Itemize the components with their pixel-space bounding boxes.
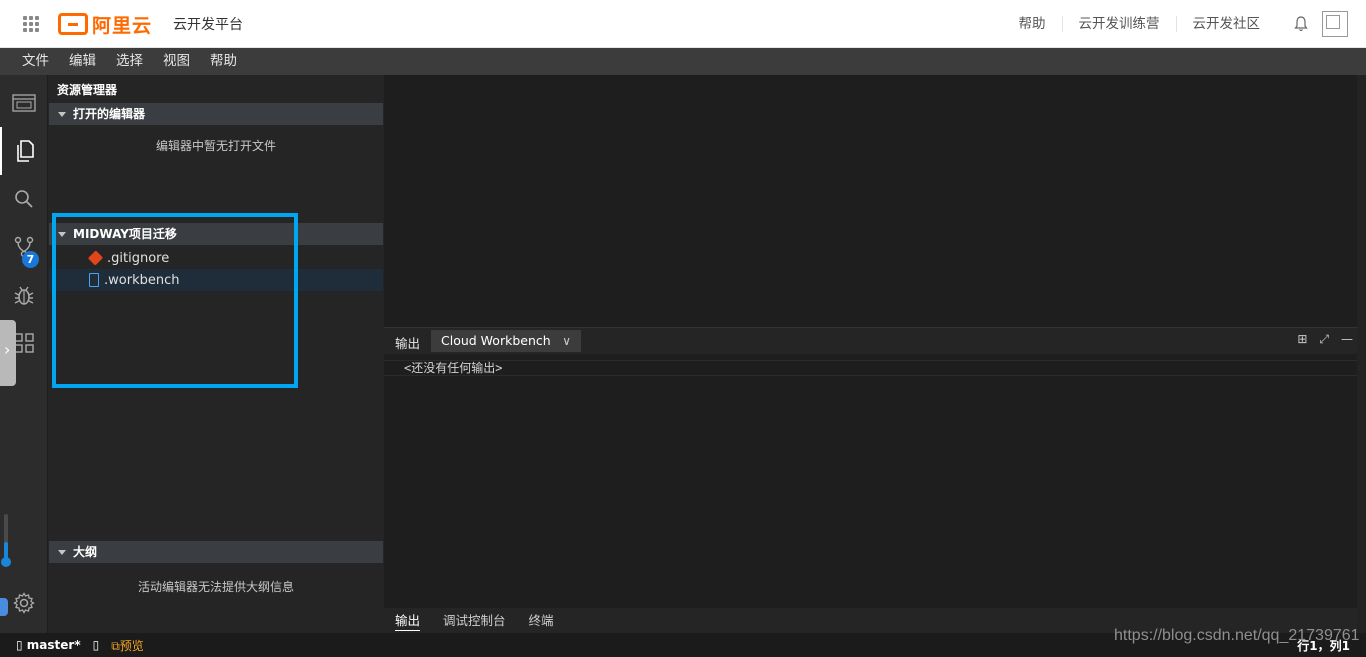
scm-badge: 7 bbox=[22, 251, 39, 268]
tab-output[interactable]: 输出 bbox=[395, 608, 421, 633]
source-control-icon[interactable]: 7 bbox=[0, 223, 48, 271]
menu-edit[interactable]: 编辑 bbox=[59, 48, 106, 75]
community-link[interactable]: 云开发社区 bbox=[1175, 16, 1277, 32]
open-editors-empty-text: 编辑器中暂无打开文件 bbox=[155, 139, 276, 153]
aliyun-logo[interactable]: 阿里云 bbox=[58, 11, 152, 37]
debug-icon[interactable] bbox=[0, 271, 48, 319]
bell-icon[interactable] bbox=[1294, 16, 1308, 32]
panel-output-tab[interactable]: 输出 bbox=[395, 333, 420, 352]
output-panel: 输出 Cloud Workbench ∨ ⊞ ⤢ — <还没有任何输出> bbox=[384, 327, 1357, 608]
aliyun-logo-icon bbox=[58, 13, 88, 35]
panel-header: 输出 Cloud Workbench ∨ ⊞ ⤢ — bbox=[384, 328, 1357, 354]
output-channel-select[interactable]: Cloud Workbench ∨ bbox=[431, 330, 581, 352]
right-scrollbar[interactable] bbox=[1357, 75, 1366, 633]
menu-file[interactable]: 文件 bbox=[12, 48, 59, 75]
panel-actions: ⊞ ⤢ — bbox=[1297, 332, 1353, 347]
lock-scroll-icon[interactable]: ⊞ bbox=[1297, 332, 1307, 347]
collapse-handle[interactable] bbox=[0, 320, 16, 386]
user-avatar[interactable] bbox=[1322, 11, 1348, 37]
apps-grid-icon[interactable] bbox=[23, 16, 39, 32]
editor-area[interactable] bbox=[384, 75, 1366, 327]
git-branch[interactable]: ▯ master* bbox=[16, 638, 81, 652]
open-editors-header[interactable]: 打开的编辑器 bbox=[49, 103, 383, 125]
outline-header[interactable]: 大纲 bbox=[49, 541, 383, 563]
preview-label: 预览 bbox=[119, 638, 144, 653]
menu-bar: 文件 编辑 选择 视图 帮助 bbox=[0, 48, 1366, 75]
chevron-down-icon: ∨ bbox=[562, 334, 571, 348]
search-icon[interactable] bbox=[0, 175, 48, 223]
highlight-annotation-box bbox=[52, 213, 298, 388]
help-link[interactable]: 帮助 bbox=[1003, 16, 1062, 32]
assistant-icon[interactable] bbox=[0, 598, 8, 616]
preview-button[interactable]: ⧉预览 bbox=[111, 637, 144, 654]
sync-status[interactable]: ▯ bbox=[93, 638, 100, 652]
training-camp-link[interactable]: 云开发训练营 bbox=[1061, 16, 1176, 32]
brand-name: 阿里云 bbox=[92, 14, 153, 37]
top-header: 阿里云 云开发平台 帮助 云开发训练营 云开发社区 bbox=[0, 0, 1366, 48]
outline-empty-text: 活动编辑器无法提供大纲信息 bbox=[137, 580, 294, 594]
explorer-title: 资源管理器 bbox=[57, 83, 118, 97]
header-links: 帮助 云开发训练营 云开发社区 bbox=[1003, 0, 1366, 48]
maximize-icon[interactable]: ⤢ bbox=[1319, 332, 1329, 347]
output-text: <还没有任何输出> bbox=[384, 360, 1357, 376]
output-channel-value: Cloud Workbench bbox=[441, 333, 551, 348]
platform-title[interactable]: 云开发平台 bbox=[173, 14, 243, 34]
explorer-icon[interactable] bbox=[0, 127, 48, 175]
branch-name: master* bbox=[26, 638, 81, 652]
zoom-slider-knob[interactable] bbox=[1, 557, 11, 567]
watermark-url: https://blog.csdn.net/qq_21739761 bbox=[1114, 627, 1360, 644]
menu-view[interactable]: 视图 bbox=[153, 48, 200, 75]
minimize-icon[interactable]: — bbox=[1341, 332, 1353, 347]
menu-help[interactable]: 帮助 bbox=[200, 48, 247, 75]
tab-debug-console[interactable]: 调试控制台 bbox=[443, 608, 506, 633]
web-preview-icon[interactable] bbox=[0, 79, 48, 127]
menu-selection[interactable]: 选择 bbox=[106, 48, 153, 75]
tab-terminal[interactable]: 终端 bbox=[529, 608, 554, 633]
